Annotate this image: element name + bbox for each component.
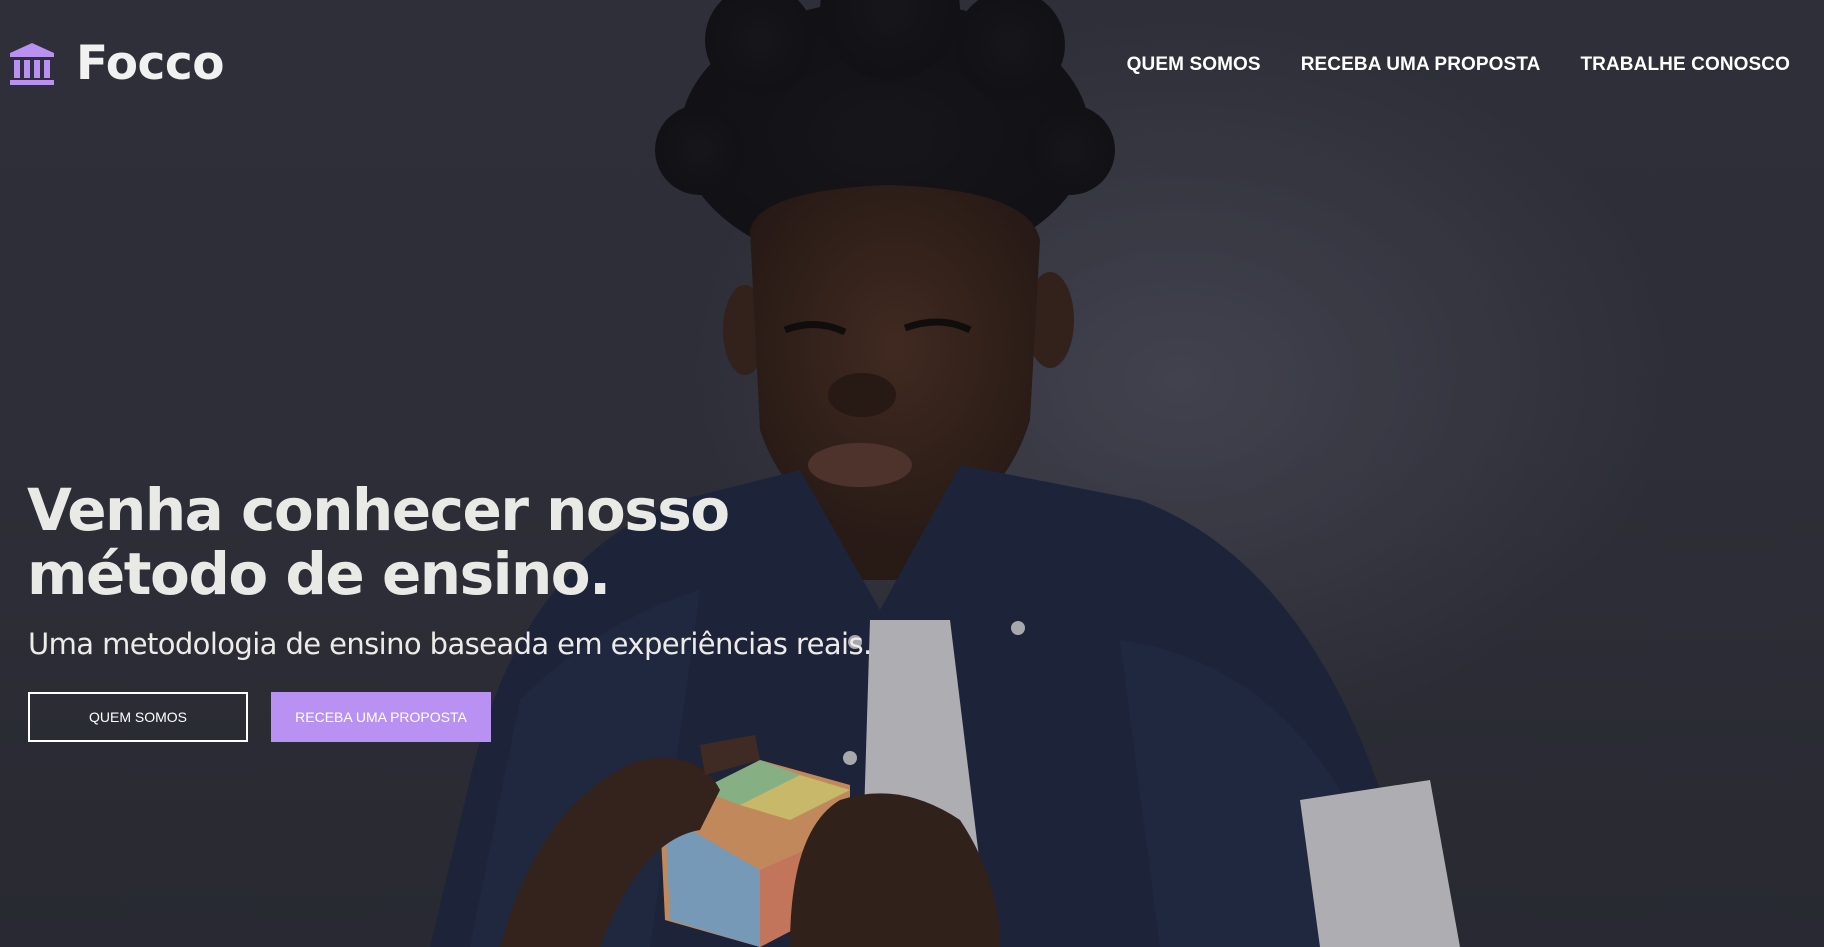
bank-building-icon [10,42,54,85]
headline-line-2: método de ensino. [27,540,611,608]
brand-name: Focco [76,36,225,91]
nav-link-quem-somos[interactable]: QUEM SOMOS [1127,54,1261,76]
main-navigation: QUEM SOMOS RECEBA UMA PROPOSTA TRABALHE … [1127,54,1790,76]
nav-link-trabalhe-conosco[interactable]: TRABALHE CONOSCO [1580,54,1790,76]
hero-subtitle: Uma metodologia de ensino baseada em exp… [28,627,872,661]
brand-logo[interactable]: Focco [8,36,225,91]
quem-somos-button[interactable]: QUEM SOMOS [28,692,248,742]
hero-background-photo [430,0,1460,947]
hero-section: Focco QUEM SOMOS RECEBA UMA PROPOSTA TRA… [0,0,1824,947]
nav-link-receba-uma-proposta[interactable]: RECEBA UMA PROPOSTA [1301,54,1541,76]
hero-headline: Venha conhecer nosso método de ensino. [27,478,787,606]
headline-line-1: Venha conhecer nosso [27,476,730,544]
receba-uma-proposta-button[interactable]: RECEBA UMA PROPOSTA [271,692,491,742]
